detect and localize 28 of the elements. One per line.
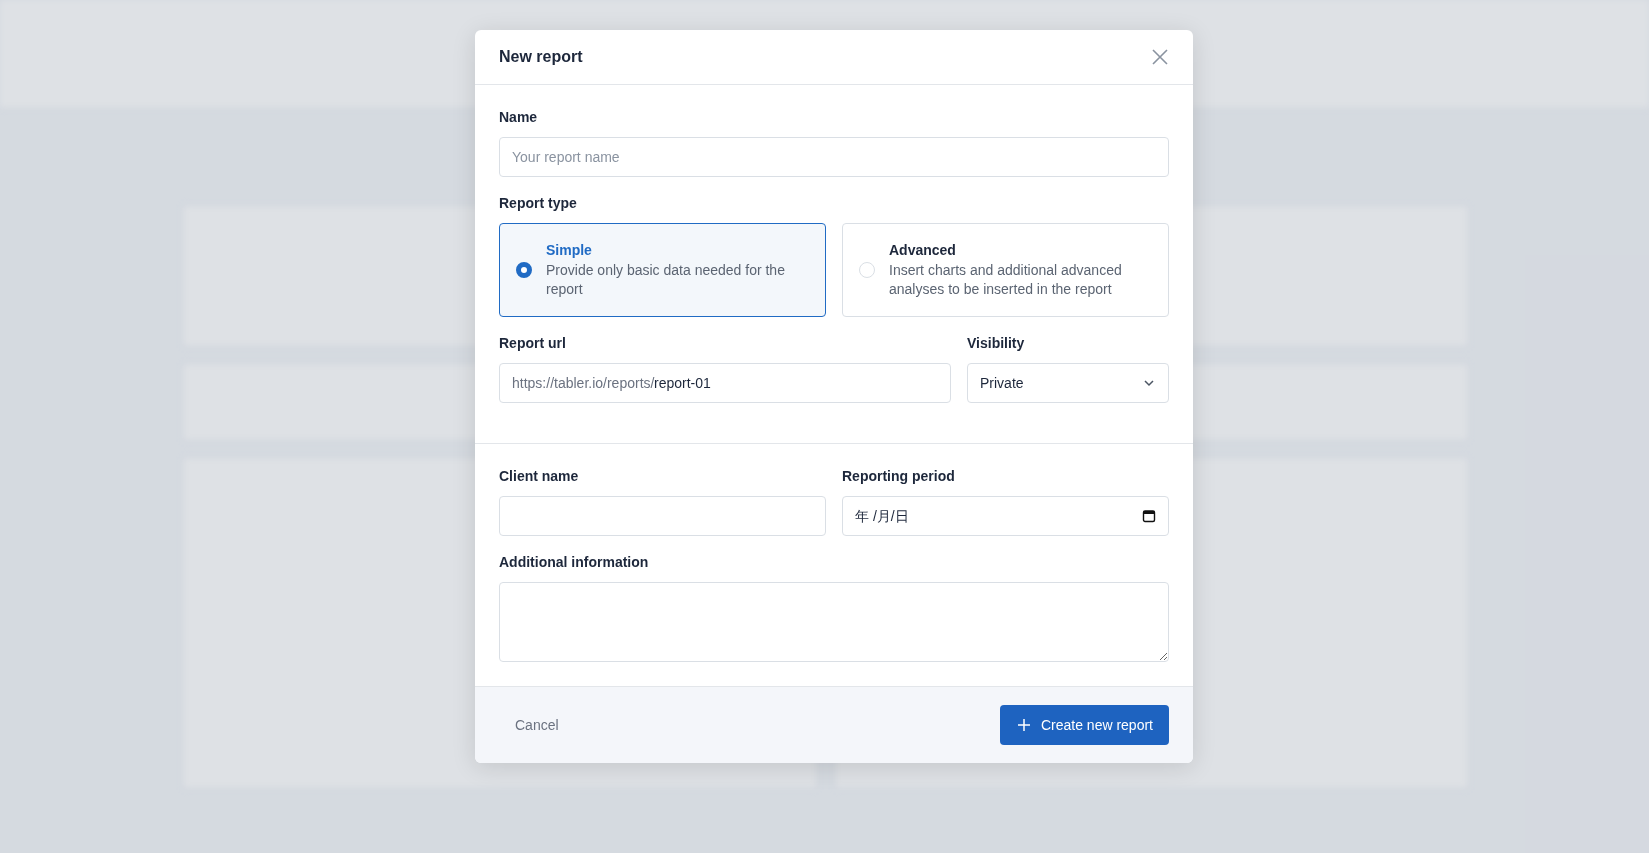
create-report-button[interactable]: Create new report <box>999 705 1169 745</box>
select-field[interactable]: Private <box>967 363 1169 403</box>
option-title: Advanced <box>889 241 957 258</box>
url-prefix: https://tabler.io/reports/ <box>512 375 655 391</box>
close-button[interactable] <box>1151 48 1169 66</box>
field-label: Report type <box>499 195 578 211</box>
dialog-title: New report <box>499 48 583 66</box>
field-label: Visibility <box>967 335 1026 351</box>
cancel-button[interactable]: Cancel <box>499 705 575 745</box>
field-label: Report url <box>499 335 567 351</box>
select-value: Private <box>980 375 1024 391</box>
field-label: Additional information <box>499 554 650 570</box>
calendar-icon <box>1142 509 1156 523</box>
text-area[interactable] <box>499 582 1169 662</box>
input-field[interactable] <box>499 496 826 536</box>
close-icon <box>1151 48 1169 66</box>
field-label: Reporting period <box>842 468 956 484</box>
date-field[interactable]: 年 /月/日 <box>842 496 1169 536</box>
option-title: Simple <box>546 241 593 258</box>
field-label: Name <box>499 109 539 125</box>
radio-button[interactable] <box>516 262 532 278</box>
field-label: Client name <box>499 468 580 484</box>
report-type-option[interactable]: Advanced Insert charts and additional advanced analyses to be inserted in the report <box>842 223 1169 317</box>
report-type-option[interactable]: Simple Provide only basic data needed for the report <box>499 223 826 317</box>
option-description: Provide only basic data needed for the report <box>546 260 786 299</box>
option-description: Insert charts and additional advanced analyses to be inserted in the report <box>889 260 1123 299</box>
plus-icon <box>1016 718 1031 732</box>
input-field[interactable]: Your report name <box>499 137 1169 177</box>
